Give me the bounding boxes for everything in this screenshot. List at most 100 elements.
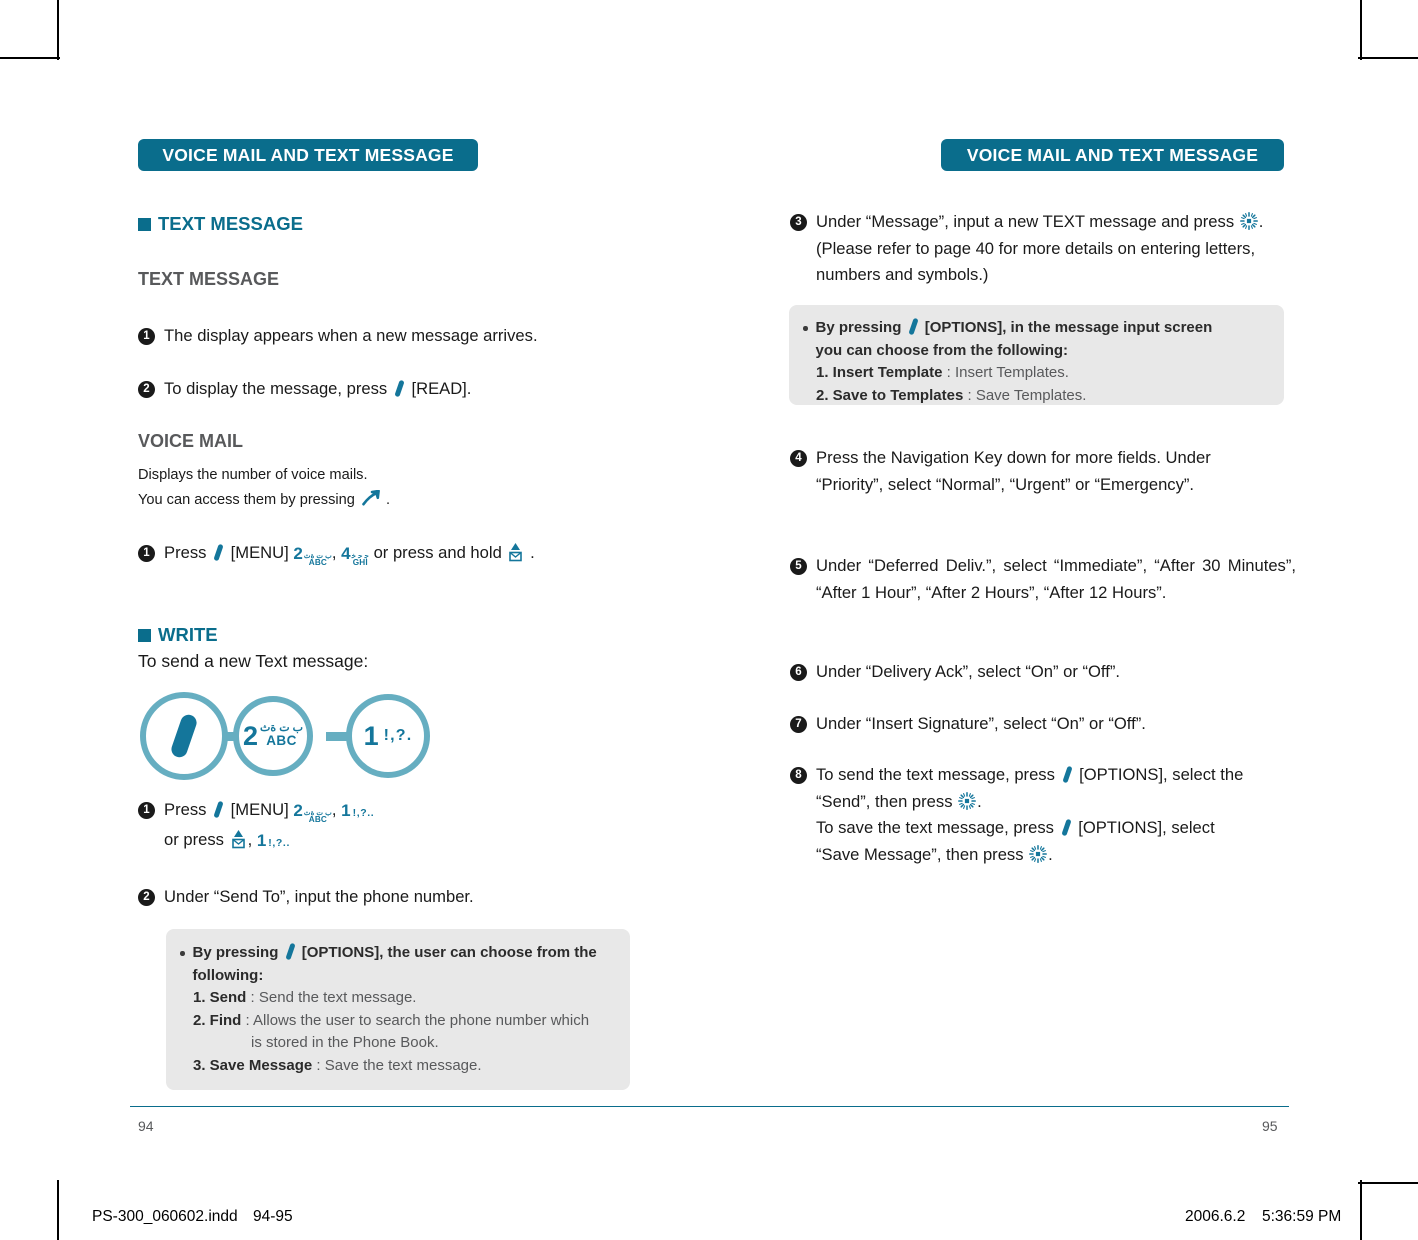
step-text: Press [MENU] 2 ب ت ةث ABC , 4 ﺟ ﺣ ﺧ GHI … xyxy=(164,540,535,568)
note-option-label: 3. Save Message xyxy=(193,1056,313,1074)
footer-rule-right xyxy=(709,1106,1289,1108)
step8-line4-after: . xyxy=(1048,844,1053,864)
note-option-item: 2. Find : Allows the user to search the … xyxy=(180,1010,614,1055)
section-heading-write: WRITE xyxy=(138,624,218,646)
period: . xyxy=(530,543,535,562)
note-option-item: 3. Save Message : Save the text message. xyxy=(180,1055,614,1078)
keypad-key-2-icon: 2 ب ت ةث ABC xyxy=(293,798,332,825)
key-digit: 4 xyxy=(341,544,351,563)
note-option-description-continued: is stored in the Phone Book. xyxy=(251,1034,439,1051)
key-punctuation-label: !,?.. xyxy=(352,807,375,819)
note-option-label: 1. Send xyxy=(193,989,247,1006)
keypad-key-2-icon: 2 ب ت ةث ABC xyxy=(243,721,303,752)
softkey-slash-icon xyxy=(213,801,224,817)
list-item-step-5: 5 Under “Deferred Deliv.”, select “Immed… xyxy=(790,553,1296,606)
note-box-options-right: By pressing [OPTIONS], in the message in… xyxy=(789,305,1284,405)
note-option-separator: : xyxy=(241,1011,254,1029)
note-option-description: Send the text message. xyxy=(258,989,417,1006)
note-box-options-left: By pressing [OPTIONS], the user can choo… xyxy=(166,929,630,1090)
imposition-file-name: PS-300_060602.indd xyxy=(92,1208,238,1225)
keypad-key-1-icon: 1 !,?. xyxy=(364,721,413,752)
imposition-page-range: 94-95 xyxy=(253,1208,293,1225)
keypad-key-4-icon: 4 ﺟ ﺣ ﺧ GHI xyxy=(341,541,369,568)
key-arabic-label: ب ت ةث xyxy=(260,721,303,734)
subsection-heading-text-message: TEXT MESSAGE xyxy=(138,269,280,289)
step-text: To send the text message, press [OPTIONS… xyxy=(816,762,1243,868)
softkey-slash-icon xyxy=(285,943,296,959)
menu-label: [MENU] xyxy=(230,800,289,819)
voice-mail-line2-before: You can access them by pressing xyxy=(138,492,355,508)
note-content: By pressing [OPTIONS], the user can choo… xyxy=(180,942,614,1077)
list-item-step-6: 6 Under “Delivery Ack”, select “On” or “… xyxy=(790,659,1290,686)
keypad-key-1-icon: 1!,?.. xyxy=(257,828,290,857)
note-heading-before: By pressing xyxy=(815,319,902,336)
note-heading: By pressing [OPTIONS], in the message in… xyxy=(816,317,1216,362)
key-latin-label: ABC xyxy=(308,815,328,824)
step-text: Press [MENU] 2 ب ت ةث ABC , 1!,?.. or pr… xyxy=(164,797,374,856)
note-content: By pressing [OPTIONS], in the message in… xyxy=(803,317,1268,407)
softkey-slash-icon xyxy=(169,712,199,760)
step8-line2-before: “Send”, then press xyxy=(816,791,953,811)
note-heading-before: By pressing xyxy=(192,944,279,961)
comma-separator: , xyxy=(331,800,337,819)
page-right: VOICE MAIL AND TEXT MESSAGE 3 Under “Mes… xyxy=(709,0,1418,1240)
or-press-label: or press xyxy=(164,829,224,849)
step-text-before: To display the message, press xyxy=(164,379,388,398)
note-option-item: 1. Send : Send the text message. xyxy=(180,987,614,1010)
step-text: Under “Deferred Deliv.”, select “Immedia… xyxy=(816,556,1296,602)
square-bullet-icon xyxy=(138,217,151,231)
section-heading-text-message: TEXT MESSAGE xyxy=(138,213,303,235)
comma-separator: , xyxy=(331,543,337,562)
page-number-left: 94 xyxy=(138,1118,154,1134)
section-heading-label: WRITE xyxy=(158,624,218,645)
step8-line4-before: “Save Message”, then press xyxy=(816,844,1024,864)
note-option-separator: : xyxy=(963,386,976,404)
step-number-badge: 8 xyxy=(790,767,807,784)
note-bullet-row: By pressing [OPTIONS], in the message in… xyxy=(803,317,1268,362)
step-text: Under “Delivery Ack”, select “On” or “Of… xyxy=(816,662,1120,681)
list-item-step-1: 1 The display appears when a new message… xyxy=(138,323,658,350)
softkey-slash-icon xyxy=(394,380,405,396)
step8-line1-after: [OPTIONS], select the xyxy=(1079,765,1244,784)
key-digit: 2 xyxy=(243,720,259,751)
step-text: To display the message, press [READ]. xyxy=(164,376,471,403)
key-latin-label: GHI xyxy=(352,558,368,567)
step-number-badge: 1 xyxy=(138,545,155,562)
note-option-separator: : xyxy=(246,989,259,1006)
key-digit: 1 xyxy=(363,720,379,751)
list-item-step-3: 3 Under “Message”, input a new TEXT mess… xyxy=(790,209,1300,289)
menu-label: [MENU] xyxy=(230,543,289,562)
step-number-badge: 4 xyxy=(790,450,807,467)
comma-separator: , xyxy=(247,829,253,849)
note-option-separator: : xyxy=(312,1056,325,1074)
running-head-left: VOICE MAIL AND TEXT MESSAGE xyxy=(138,139,478,171)
imposition-time: 5:36:59 PM xyxy=(1262,1208,1342,1225)
key-punctuation-label: !,?.. xyxy=(268,836,290,849)
list-item-step-8: 8 To send the text message, press [OPTIO… xyxy=(790,762,1310,868)
list-item-write-step-2: 2 Under “Send To”, input the phone numbe… xyxy=(138,884,668,911)
key-punctuation-label: !,?. xyxy=(383,727,413,744)
step8-line3-after: [OPTIONS], select xyxy=(1078,818,1215,837)
flow-node-key-2: 2 ب ت ةث ABC xyxy=(233,696,313,776)
step-text: Press the Navigation Key down for more f… xyxy=(816,448,1211,494)
list-item-step-4: 4 Press the Navigation Key down for more… xyxy=(790,445,1235,498)
running-head-right: VOICE MAIL AND TEXT MESSAGE xyxy=(941,139,1284,171)
press-label: Press xyxy=(164,543,207,562)
key-digit: 2 xyxy=(293,801,303,820)
step8-line3-before: To save the text message, press xyxy=(816,818,1054,837)
step-text-after: [READ]. xyxy=(411,379,472,398)
list-item-voice-mail-step-1: 1 Press [MENU] 2 ب ت ةث ABC , 4 ﺟ ﺣ ﺧ GH… xyxy=(138,540,668,568)
note-option-item: 1. Insert Template : Insert Templates. xyxy=(803,362,1268,385)
voice-mail-description-line-1: Displays the number of voice mails. xyxy=(138,467,368,483)
bullet-dot-icon xyxy=(180,951,185,956)
step8-line2-after: . xyxy=(977,791,982,811)
note-option-description: Allows the user to search the phone numb… xyxy=(253,1011,590,1029)
key-digit: 2 xyxy=(293,544,303,563)
page-number-right: 95 xyxy=(1262,1118,1278,1134)
step-number-badge: 1 xyxy=(138,802,155,819)
footer-rule-left xyxy=(130,1106,710,1108)
step-tail-text: or press and hold xyxy=(373,543,502,562)
ok-key-starburst-icon xyxy=(958,791,977,810)
voice-mail-description-line-2: You can access them by pressing . xyxy=(138,489,390,512)
note-bullet-row: By pressing [OPTIONS], the user can choo… xyxy=(180,942,614,987)
